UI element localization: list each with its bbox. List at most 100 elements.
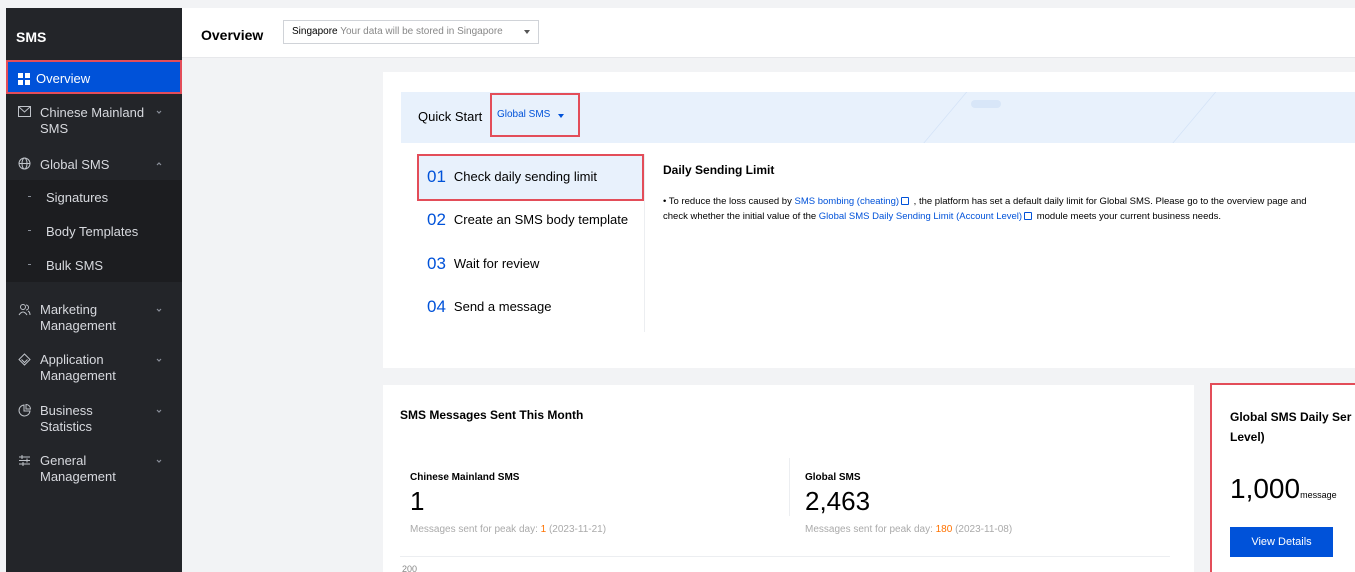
sidebar-item-chinese-mainland-sms[interactable]: Chinese Mainland SMS [0,104,176,144]
mainland-label: Chinese Mainland SMS [410,472,520,483]
people-icon [18,303,31,316]
sidebar-item-overview[interactable]: Overview [6,60,182,94]
daily-limit-card: Global SMS Daily Ser Level) 1,000message… [1210,383,1355,572]
sidebar-item-label-2: SMS [40,121,69,136]
sidebar-subitem-bulk-sms[interactable]: Bulk SMS [6,248,182,282]
view-details-button[interactable]: View Details [1230,527,1333,557]
step-check-daily-limit[interactable]: 01 Check daily sending limit [427,167,597,187]
chevron-down-icon [156,110,162,114]
peak-label: Messages sent for peak day: [805,524,936,535]
step-label: Check daily sending limit [453,169,597,184]
sidebar-subitem-label: Body Templates [46,224,139,239]
bullet-icon [28,230,31,231]
step-create-template[interactable]: 02 Create an SMS body template [427,210,628,230]
sms-type-value: Global SMS [497,109,551,120]
chart-gridline [400,556,1170,557]
sidebar-subitem-signatures[interactable]: Signatures [6,180,182,214]
description-text: module meets your current business needs… [1034,211,1222,222]
decorative-shape [971,100,1001,108]
sidebar-subitem-label: Bulk SMS [46,258,104,273]
sidebar-item-label: Business [40,403,93,418]
step-label: Wait for review [453,256,540,271]
global-label: Global SMS [805,472,861,483]
page-title: Overview [201,27,264,43]
step-number: 02 [427,210,446,229]
sidebar-subitem-label: Signatures [46,190,109,205]
mail-icon [18,106,31,119]
daily-limit-title: Daily Sending Limit [663,163,775,177]
sidebar-item-label-2: Management [40,469,116,484]
description-text: • To reduce the loss caused by [663,196,795,207]
messages-sent-card: SMS Messages Sent This Month Chinese Mai… [383,385,1194,572]
chevron-down-icon [156,409,162,413]
sidebar-item-general-management[interactable]: General Management [0,453,176,489]
region-hint: Your data will be stored in Singapore [340,26,503,37]
sidebar-subitem-body-templates[interactable]: Body Templates [6,214,182,248]
sidebar-item-business-statistics[interactable]: Business Statistics [0,403,176,439]
peak-date: (2023-11-21) [546,524,607,535]
chart-icon [18,403,32,417]
chevron-down-icon [156,308,162,312]
mainland-peak: Messages sent for peak day: 1 (2023-11-2… [410,524,606,535]
caret-down-icon [558,114,564,118]
sms-type-select[interactable]: Global SMS [490,93,580,137]
step-number: 01 [427,167,446,186]
global-peak: Messages sent for peak day: 180 (2023-11… [805,524,1012,535]
daily-limit-link[interactable]: Global SMS Daily Sending Limit (Account … [819,211,1022,222]
settings-icon [18,454,31,467]
bullet-icon [28,264,31,265]
chart-axis-label: 200 [402,564,418,572]
sidebar-item-label: Overview [36,71,91,86]
sidebar-item-label: General [40,453,87,468]
messages-card-title: SMS Messages Sent This Month [400,408,584,422]
sidebar-item-label: Global SMS [40,157,110,172]
limit-card-title: Global SMS Daily Ser Level) [1230,407,1355,447]
external-link-icon[interactable] [1024,212,1033,220]
sidebar-item-marketing-management[interactable]: Marketing Management [0,302,176,338]
global-count: 2,463 [805,486,871,516]
divider [644,154,645,332]
globe-icon [18,157,31,170]
limit-unit: message [1300,490,1337,500]
step-wait-review[interactable]: 03 Wait for review [427,254,539,274]
sidebar-item-label: Marketing [40,302,98,317]
sms-bombing-link[interactable]: SMS bombing (cheating) [794,196,899,207]
external-link-icon[interactable] [901,197,910,205]
region-select[interactable]: Singapore Your data will be stored in Si… [283,20,539,44]
step-number: 03 [427,254,446,273]
caret-down-icon [524,30,530,34]
mainland-count: 1 [410,486,425,516]
sidebar-item-label-2: Management [40,318,116,333]
sidebar-item-label: Application [40,352,104,367]
limit-title-line: Global SMS Daily Ser [1230,410,1352,424]
divider [789,458,790,516]
limit-value: 1,000message [1230,473,1337,505]
peak-date: (2023-11-08) [952,524,1013,535]
daily-limit-description: • To reduce the loss caused by SMS bombi… [663,194,1323,224]
grid-icon [18,72,30,85]
step-send-message[interactable]: 04 Send a message [427,297,552,317]
region-value: Singapore [292,26,338,37]
sidebar-item-label: Chinese Mainland [40,105,145,120]
sidebar-item-application-management[interactable]: Application Management [0,352,176,388]
sidebar-item-global-sms[interactable]: Global SMS [0,157,176,177]
chevron-down-icon [156,358,162,362]
peak-label: Messages sent for peak day: [410,524,541,535]
limit-title-line: Level) [1230,430,1265,444]
quick-start-card: Quick Start Global SMS 01 Check daily sen… [383,72,1355,368]
sidebar-item-label-2: Management [40,368,116,383]
step-label: Send a message [453,299,552,314]
step-label: Create an SMS body template [453,212,629,227]
bullet-icon [28,196,31,197]
peak-count: 180 [935,524,953,535]
top-bar: Overview Singapore Your data will be sto… [182,8,1355,58]
decorative-shape [907,92,1225,143]
quick-start-label: Quick Start [418,109,483,124]
app-icon [18,353,31,366]
sidebar-title: SMS [16,29,47,45]
limit-number: 1,000 [1230,473,1301,504]
chevron-down-icon [156,459,162,463]
sidebar-item-label-2: Statistics [40,419,93,434]
chevron-up-icon [156,162,162,166]
step-number: 04 [427,297,446,316]
